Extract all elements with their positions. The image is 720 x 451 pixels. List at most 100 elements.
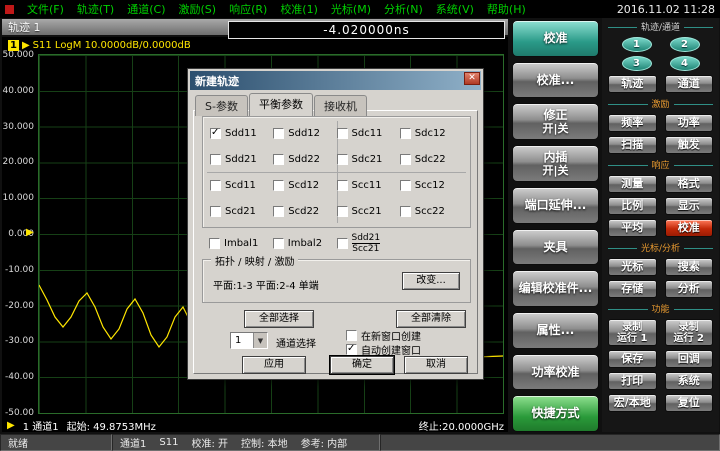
- checkbox-box[interactable]: [336, 205, 348, 217]
- checkbox-sdd12[interactable]: Sdd12: [273, 127, 336, 139]
- clear-all-button[interactable]: 全部清除: [396, 310, 466, 328]
- softkey-fixture[interactable]: 夹具: [512, 228, 599, 266]
- key-analysis[interactable]: 分析: [664, 280, 713, 298]
- key-average[interactable]: 平均: [608, 219, 657, 237]
- menu-item-response[interactable]: 响应(R): [229, 1, 267, 17]
- checkbox-sdc11[interactable]: Sdc11: [336, 127, 400, 139]
- key-num-1[interactable]: 1: [621, 37, 652, 52]
- key-display[interactable]: 显示: [664, 197, 713, 215]
- channel-select[interactable]: 1 ▼: [230, 332, 268, 349]
- auto-window-checkbox[interactable]: 自动创建窗口: [346, 342, 421, 357]
- softkey-power-cal[interactable]: 功率校准: [512, 353, 599, 391]
- checkbox-box[interactable]: [210, 127, 221, 139]
- checkbox-ratio-sdd21-scc21[interactable]: Sdd21 Scc21: [336, 233, 401, 255]
- key-trigger[interactable]: 触发: [664, 136, 713, 154]
- key-marker[interactable]: 光标: [608, 258, 657, 276]
- softkey-shortcut[interactable]: 快捷方式: [512, 395, 599, 433]
- cancel-button[interactable]: 取消: [404, 356, 468, 374]
- tab-balanced-parameter[interactable]: 平衡参数: [248, 93, 313, 116]
- softkey-port-extension[interactable]: 端口延伸...: [512, 186, 599, 224]
- key-macro-local[interactable]: 宏/本地: [608, 394, 657, 412]
- chevron-down-icon[interactable]: ▼: [253, 333, 267, 348]
- checkbox-scc22[interactable]: Scc22: [399, 205, 463, 217]
- checkbox-box[interactable]: [399, 205, 411, 217]
- checkbox-box[interactable]: [210, 153, 221, 165]
- tab-receiver[interactable]: 接收机: [313, 95, 367, 116]
- tab-s-parameter[interactable]: S-参数: [195, 95, 248, 116]
- checkbox-sdc12[interactable]: Sdc12: [399, 127, 463, 139]
- softkey-edit-cal-kit[interactable]: 编辑校准件...: [512, 270, 599, 307]
- checkbox-box[interactable]: [273, 179, 285, 191]
- key-recall[interactable]: 回调: [664, 350, 713, 368]
- checkbox-box[interactable]: [273, 153, 285, 165]
- key-system[interactable]: 系统: [664, 372, 713, 390]
- change-button[interactable]: 改变...: [402, 272, 460, 290]
- menu-item-help[interactable]: 帮助(H): [487, 1, 526, 17]
- apply-button[interactable]: 应用: [242, 356, 306, 374]
- checkbox-box[interactable]: [210, 179, 221, 191]
- checkbox-sdd11[interactable]: Sdd11: [210, 127, 273, 139]
- checkbox-box[interactable]: [346, 343, 357, 355]
- key-print[interactable]: 打印: [608, 372, 657, 390]
- key-frequency[interactable]: 频率: [608, 114, 657, 132]
- key-num-4[interactable]: 4: [669, 56, 700, 71]
- checkbox-box[interactable]: [272, 238, 284, 250]
- checkbox-box[interactable]: [273, 205, 285, 217]
- checkbox-scd12[interactable]: Scd12: [273, 179, 336, 191]
- menu-item-stimulus[interactable]: 激励(S): [179, 1, 217, 17]
- key-sweep[interactable]: 扫描: [608, 136, 657, 154]
- key-trace[interactable]: 轨迹: [608, 75, 657, 93]
- checkbox-scd21[interactable]: Scd21: [210, 205, 273, 217]
- key-save[interactable]: 保存: [608, 350, 657, 368]
- menu-item-calibration[interactable]: 校准(1): [280, 1, 318, 17]
- checkbox-box[interactable]: [399, 127, 411, 139]
- key-record-run-2[interactable]: 录制 运行 2: [664, 319, 713, 346]
- menu-item-trace[interactable]: 轨迹(T): [77, 1, 114, 17]
- key-num-2[interactable]: 2: [669, 37, 700, 52]
- key-record-run-1[interactable]: 录制 运行 1: [608, 319, 657, 346]
- checkbox-sdc21[interactable]: Sdc21: [336, 153, 400, 165]
- checkbox-imbal2[interactable]: Imbal2: [272, 238, 337, 250]
- checkbox-imbal1[interactable]: Imbal1: [209, 238, 273, 250]
- checkbox-sdd22[interactable]: Sdd22: [273, 153, 336, 165]
- menu-item-system[interactable]: 系统(V): [436, 1, 474, 17]
- checkbox-box[interactable]: [336, 238, 348, 250]
- softkey-interpolation-on-off[interactable]: 内插 开|关: [512, 145, 599, 182]
- key-measure[interactable]: 测量: [608, 175, 657, 193]
- key-cal[interactable]: 校准: [664, 219, 713, 237]
- key-num-3[interactable]: 3: [621, 56, 652, 71]
- new-window-checkbox[interactable]: 在新窗口创建: [346, 328, 421, 343]
- checkbox-scd11[interactable]: Scd11: [210, 179, 273, 191]
- dialog-title-bar[interactable]: 新建轨迹: [190, 71, 481, 90]
- key-power[interactable]: 功率: [664, 114, 713, 132]
- ok-button[interactable]: 确定: [329, 355, 395, 375]
- checkbox-box[interactable]: [273, 127, 285, 139]
- checkbox-box[interactable]: [346, 330, 357, 341]
- key-search[interactable]: 搜索: [664, 258, 713, 276]
- menu-item-file[interactable]: 文件(F): [27, 1, 64, 17]
- checkbox-sdd21[interactable]: Sdd21: [210, 153, 273, 165]
- delay-readout[interactable]: -4.020000ns: [228, 21, 505, 39]
- menu-item-channel[interactable]: 通道(C): [127, 1, 165, 17]
- checkbox-scc12[interactable]: Scc12: [399, 179, 463, 191]
- checkbox-box[interactable]: [336, 127, 348, 139]
- key-scale[interactable]: 比例: [608, 197, 657, 215]
- checkbox-scc11[interactable]: Scc11: [336, 179, 400, 191]
- menu-item-marker[interactable]: 光标(M): [331, 1, 371, 17]
- softkey-properties[interactable]: 属性...: [512, 311, 599, 349]
- key-format[interactable]: 格式: [664, 175, 713, 193]
- menu-item-analysis[interactable]: 分析(N): [384, 1, 423, 17]
- key-storage[interactable]: 存储: [608, 280, 657, 298]
- softkey-correction-on-off[interactable]: 修正 开|关: [512, 103, 599, 141]
- select-all-button[interactable]: 全部选择: [244, 310, 314, 328]
- checkbox-scc21[interactable]: Scc21: [336, 205, 400, 217]
- key-channel[interactable]: 通道: [664, 75, 713, 93]
- checkbox-box[interactable]: [336, 153, 348, 165]
- key-preset[interactable]: 复位: [664, 394, 713, 412]
- checkbox-box[interactable]: [336, 179, 348, 191]
- softkey-calibrate[interactable]: 校准...: [512, 61, 599, 99]
- checkbox-box[interactable]: [210, 205, 221, 217]
- softkey-cal-header[interactable]: 校准: [512, 20, 599, 57]
- checkbox-box[interactable]: [399, 179, 411, 191]
- checkbox-sdc22[interactable]: Sdc22: [399, 153, 463, 165]
